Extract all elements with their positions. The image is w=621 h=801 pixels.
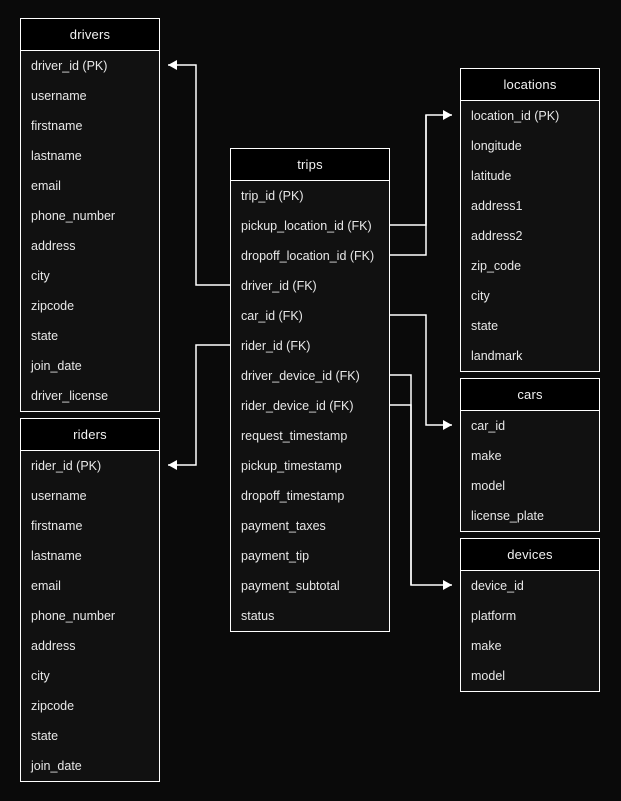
entity-field: location_id (PK) bbox=[471, 109, 560, 123]
entity-field: lastname bbox=[31, 549, 82, 563]
relationship-edge-trips-dropoff-location-to-locations bbox=[390, 115, 427, 256]
er-diagram-canvas: drivers driver_id (PK) username firstname la… bbox=[0, 0, 621, 801]
entity-field: address1 bbox=[471, 199, 523, 213]
entity-field: longitude bbox=[471, 139, 522, 153]
entity-field: phone_number bbox=[31, 209, 116, 223]
entity-table-locations[interactable]: locations location_id (PK) longitude latitu… bbox=[460, 68, 600, 372]
entity-field-list-trips: trip_id (PK) pickup_location_id (FK) dropo… bbox=[231, 181, 389, 631]
entity-field-list-devices: device_id platform make model bbox=[461, 571, 599, 691]
entity-field: city bbox=[31, 669, 50, 683]
relationship-edge-trips-rider-device-to-devices bbox=[390, 404, 412, 585]
entity-field: email bbox=[31, 179, 61, 193]
entity-field: zip_code bbox=[471, 259, 522, 273]
entity-field-list-cars: car_idmake model license_plate bbox=[461, 411, 599, 531]
entity-field: driver_id (FK) bbox=[241, 279, 317, 293]
entity-field: car_id bbox=[471, 419, 506, 433]
entity-field-list-riders: rider_id (PK) username firstname lastname em… bbox=[21, 451, 159, 781]
relationship-edge-trips-rider-id-to-riders bbox=[168, 344, 230, 466]
relationship-arrowhead-trips-driver-device-to-devices bbox=[443, 580, 452, 590]
entity-field: driver_license bbox=[31, 389, 109, 403]
entity-field: address bbox=[31, 639, 76, 653]
entity-title-locations: locations bbox=[461, 69, 599, 101]
relationship-arrowhead-trips-driver-id-to-drivers bbox=[168, 60, 177, 70]
relationship-arrowhead-trips-rider-id-to-riders bbox=[168, 460, 177, 470]
entity-field: rider_device_id (FK) bbox=[241, 399, 354, 413]
entity-table-riders[interactable]: riders rider_id (PK) username firstname last… bbox=[20, 418, 160, 782]
entity-field: driver_id (PK) bbox=[31, 59, 108, 73]
entity-table-devices[interactable]: devices device_id platform make model bbox=[460, 538, 600, 692]
entity-title-trips: trips bbox=[231, 149, 389, 181]
entity-field: car_id (FK) bbox=[241, 309, 303, 323]
relationship-arrowhead-trips-car-id-to-cars bbox=[443, 420, 452, 430]
entity-field: join_date bbox=[31, 759, 82, 773]
relationship-edge-trips-car-id-to-cars bbox=[390, 314, 452, 426]
entity-field: make bbox=[471, 639, 502, 653]
entity-field: firstname bbox=[31, 519, 83, 533]
entity-field: status bbox=[241, 609, 275, 623]
entity-field: trip_id (PK) bbox=[241, 189, 304, 203]
entity-table-drivers[interactable]: drivers driver_id (PK) username firstname la… bbox=[20, 18, 160, 412]
entity-field: join_date bbox=[31, 359, 82, 373]
entity-field: firstname bbox=[31, 119, 83, 133]
entity-field: payment_tip bbox=[241, 549, 310, 563]
relationship-arrowhead-trips-pickup-location-to-locations bbox=[443, 110, 452, 120]
entity-field-list-locations: location_id (PK) longitude latitude address… bbox=[461, 101, 599, 371]
entity-field: request_timestamp bbox=[241, 429, 348, 443]
entity-field: dropoff_timestamp bbox=[241, 489, 345, 503]
entity-field: rider_id (PK) bbox=[31, 459, 102, 473]
entity-field: latitude bbox=[471, 169, 512, 183]
entity-field: pickup_location_id (FK) bbox=[241, 219, 372, 233]
entity-field: phone_number bbox=[31, 609, 116, 623]
entity-field: payment_subtotal bbox=[241, 579, 340, 593]
entity-field: city bbox=[471, 289, 490, 303]
entity-field: model bbox=[471, 669, 506, 683]
entity-field: driver_device_id (FK) bbox=[241, 369, 360, 383]
entity-field: address bbox=[31, 239, 76, 253]
entity-field: email bbox=[31, 579, 61, 593]
entity-field: landmark bbox=[471, 349, 523, 363]
entity-field: pickup_timestamp bbox=[241, 459, 342, 473]
entity-field-list-drivers: driver_id (PK) username firstname lastname e… bbox=[21, 51, 159, 411]
relationship-edge-trips-driver-device-to-devices bbox=[390, 374, 452, 586]
entity-field: lastname bbox=[31, 149, 82, 163]
entity-field: model bbox=[471, 479, 506, 493]
relationship-edge-trips-driver-id-to-drivers bbox=[168, 64, 230, 286]
entity-title-cars: cars bbox=[461, 379, 599, 411]
entity-field: city bbox=[31, 269, 50, 283]
entity-table-trips[interactable]: trips trip_id (PK) pickup_location_id (FK)… bbox=[230, 148, 390, 632]
entity-field: make bbox=[471, 449, 502, 463]
entity-title-devices: devices bbox=[461, 539, 599, 571]
relationship-edge-trips-pickup-location-to-locations bbox=[390, 114, 452, 226]
entity-title-drivers: drivers bbox=[21, 19, 159, 51]
entity-table-cars[interactable]: cars car_idmake model license_plate bbox=[460, 378, 600, 532]
entity-field: zipcode bbox=[31, 699, 75, 713]
entity-field: state bbox=[471, 319, 499, 333]
entity-field: payment_taxes bbox=[241, 519, 326, 533]
entity-field: address2 bbox=[471, 229, 523, 243]
entity-field: rider_id (FK) bbox=[241, 339, 311, 353]
entity-field: state bbox=[31, 729, 59, 743]
entity-field: username bbox=[31, 489, 87, 503]
entity-field: zipcode bbox=[31, 299, 75, 313]
entity-field: dropoff_location_id (FK) bbox=[241, 249, 375, 263]
entity-field: device_id bbox=[471, 579, 524, 593]
entity-field: state bbox=[31, 329, 59, 343]
entity-field: username bbox=[31, 89, 87, 103]
entity-title-riders: riders bbox=[21, 419, 159, 451]
entity-field: license_plate bbox=[471, 509, 544, 523]
entity-field: platform bbox=[471, 609, 517, 623]
